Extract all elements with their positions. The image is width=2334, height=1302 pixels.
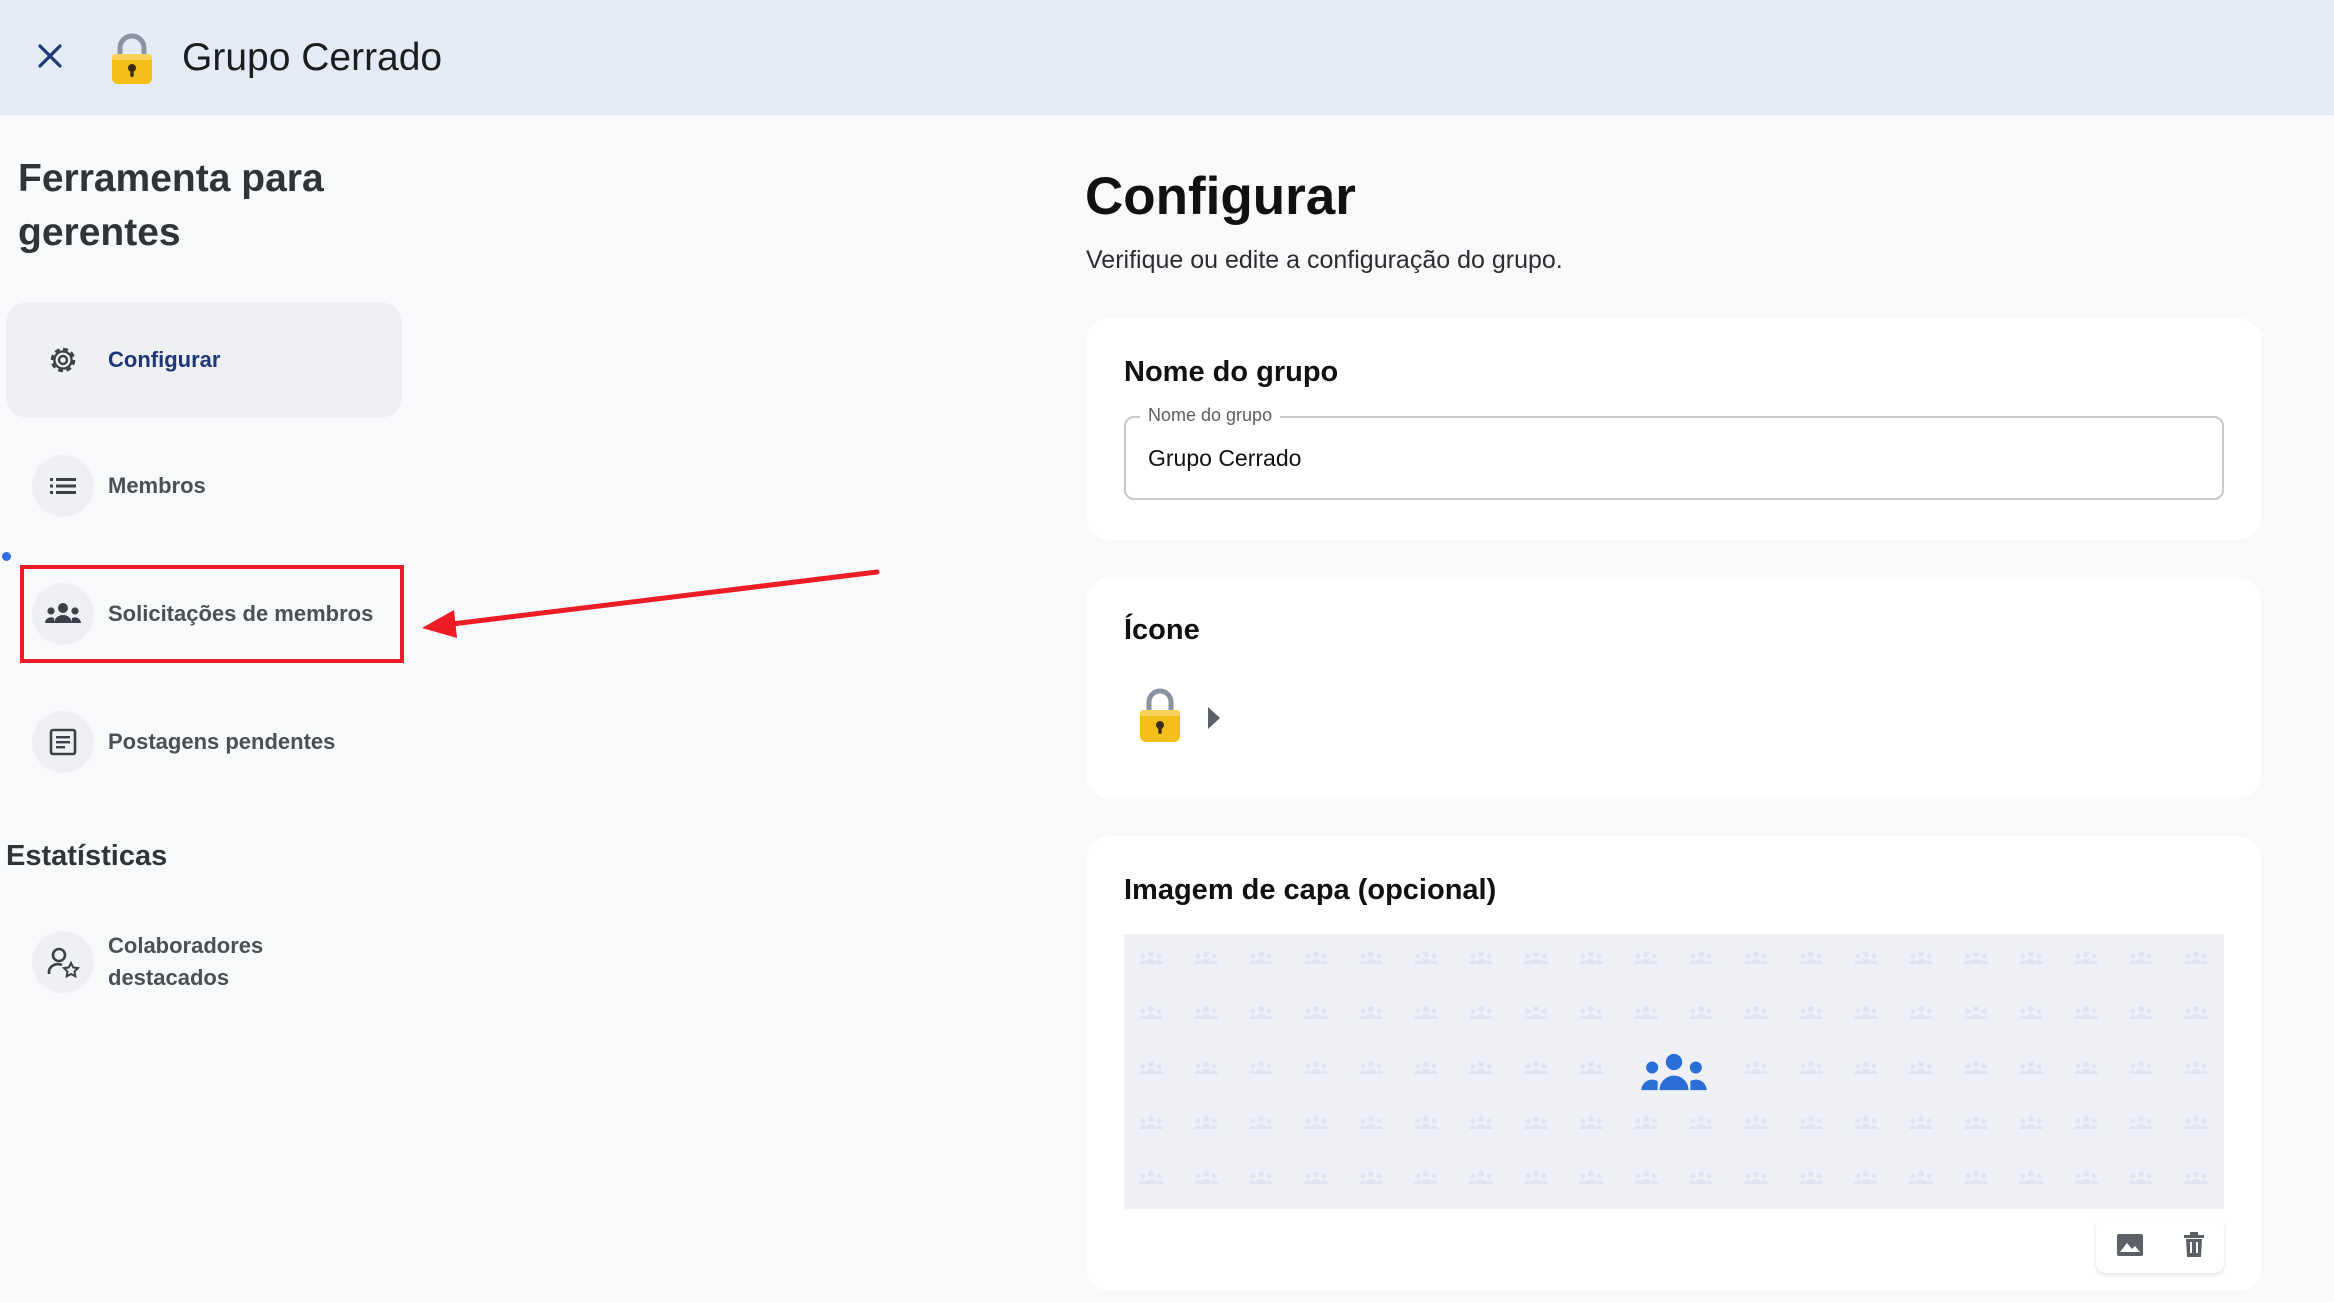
sidebar-item-label: Colaboradores destacados bbox=[108, 933, 264, 990]
document-icon bbox=[32, 711, 94, 773]
group-name-field[interactable]: Nome do grupo bbox=[1124, 405, 2224, 500]
card-title: Nome do grupo bbox=[1124, 356, 1339, 388]
stats-heading: Estatísticas bbox=[6, 840, 168, 872]
annotation-arrow bbox=[422, 569, 880, 638]
card-title: Ícone bbox=[1124, 614, 1200, 646]
cover-image-placeholder[interactable] bbox=[1124, 934, 2224, 1209]
sidebar-item-postagens[interactable]: Postagens pendentes bbox=[6, 684, 402, 800]
sidebar-item-label: Configurar bbox=[108, 347, 221, 372]
group-icon bbox=[1632, 1046, 1716, 1098]
icon-picker[interactable] bbox=[1138, 686, 1220, 749]
person-star-icon bbox=[32, 931, 94, 993]
close-icon bbox=[36, 42, 64, 75]
annotation-highlight-box bbox=[20, 565, 404, 663]
close-button[interactable] bbox=[28, 36, 72, 80]
sidebar-item-colaboradores[interactable]: Colaboradores destacados bbox=[6, 904, 402, 1020]
group-title: Grupo Cerrado bbox=[182, 36, 443, 79]
group-icon-card: Ícone bbox=[1086, 578, 2261, 798]
sidebar-item-configurar[interactable]: Configurar bbox=[6, 302, 402, 418]
indicator-dot bbox=[2, 552, 11, 561]
cover-actions bbox=[2096, 1217, 2224, 1273]
page-title: Configurar bbox=[1085, 167, 1356, 226]
card-title: Imagem de capa (opcional) bbox=[1124, 874, 1497, 906]
sidebar-item-label: Membros bbox=[108, 473, 206, 498]
cover-image-card: Imagem de capa (opcional) bbox=[1086, 836, 2261, 1291]
group-name-input[interactable] bbox=[1146, 444, 2150, 473]
image-icon[interactable] bbox=[2116, 1233, 2144, 1257]
top-bar: Grupo Cerrado bbox=[0, 0, 2334, 115]
lock-icon bbox=[1138, 686, 1182, 749]
page-subtitle: Verifique ou edite a configuração do gru… bbox=[1086, 246, 1563, 274]
sidebar-heading: Ferramenta para gerentes bbox=[18, 157, 324, 254]
list-icon bbox=[32, 455, 94, 517]
trash-icon[interactable] bbox=[2183, 1232, 2205, 1258]
caret-right-icon bbox=[1208, 706, 1220, 729]
sidebar-item-membros[interactable]: Membros bbox=[6, 428, 402, 544]
field-label: Nome do grupo bbox=[1140, 405, 1281, 426]
sidebar-item-label: Postagens pendentes bbox=[108, 729, 336, 754]
lock-icon bbox=[108, 32, 156, 86]
gear-icon bbox=[32, 329, 94, 391]
group-name-card: Nome do grupo Nome do grupo bbox=[1086, 318, 2261, 540]
